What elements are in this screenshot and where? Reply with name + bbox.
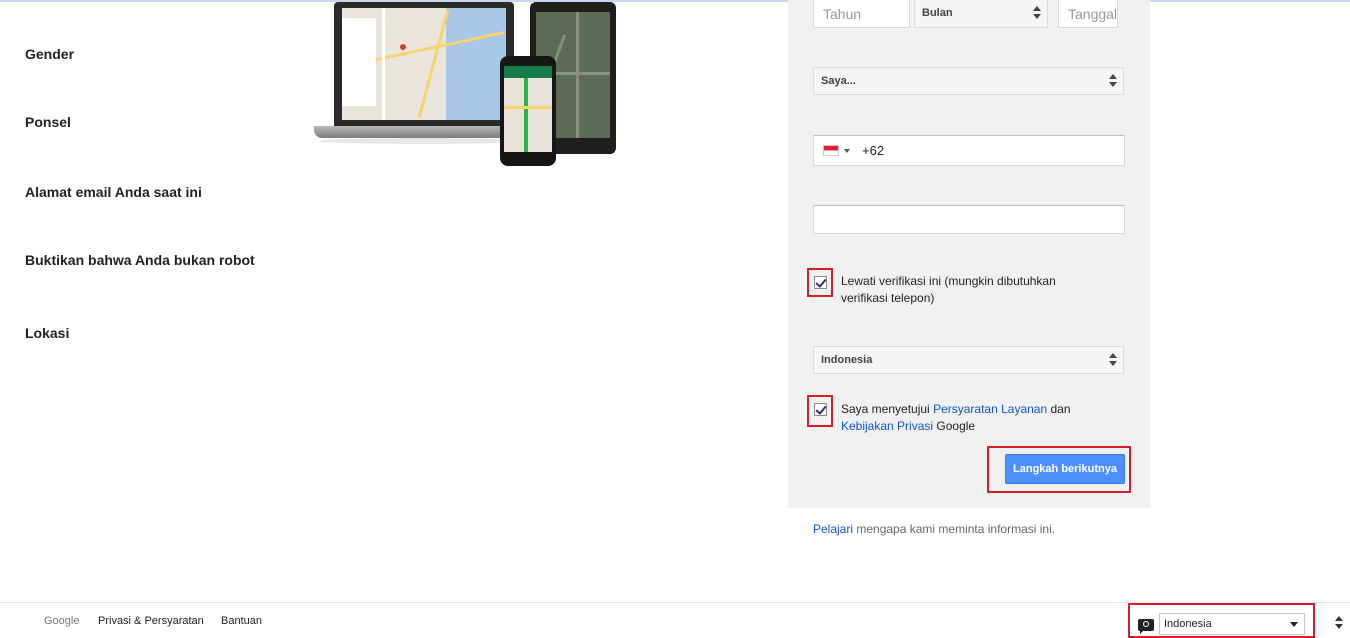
devices-illustration <box>312 2 622 172</box>
footer-help-link[interactable]: Bantuan <box>221 615 262 627</box>
birth-year-input[interactable]: Tahun <box>813 0 910 28</box>
updown-arrows-icon <box>1109 73 1117 89</box>
terms-text: Saya menyetujui Persyaratan Layanan dan K… <box>841 401 1111 435</box>
birth-day-input[interactable]: Tanggal <box>1058 0 1118 28</box>
scroll-updown-icon[interactable] <box>1335 616 1343 632</box>
map-image <box>342 8 506 120</box>
updown-arrows-icon <box>1109 352 1117 368</box>
speech-bubble-icon <box>1138 619 1154 634</box>
phone-input[interactable]: +62 <box>813 135 1125 166</box>
skip-verification-checkbox[interactable] <box>814 276 827 289</box>
laptop-base <box>314 126 530 138</box>
birth-day-placeholder: Tanggal <box>1068 6 1118 22</box>
terms-suffix: Google <box>933 419 976 433</box>
birth-year-placeholder: Tahun <box>823 6 862 22</box>
privacy-policy-link[interactable]: Kebijakan Privasi <box>841 419 933 433</box>
chevron-down-icon <box>1290 622 1298 627</box>
terms-middle: dan <box>1047 402 1071 416</box>
birth-month-select[interactable]: Bulan <box>914 0 1048 28</box>
updown-arrows-icon <box>1033 5 1041 21</box>
learn-more-line: Pelajari mengapa kami meminta informasi … <box>813 522 1055 536</box>
gender-select[interactable]: Saya... <box>813 67 1124 95</box>
country-flag-icon[interactable] <box>823 145 839 156</box>
gender-label: Gender <box>25 46 75 62</box>
next-step-button[interactable]: Langkah berikutnya <box>1005 454 1125 484</box>
language-select[interactable]: Indonesia <box>1159 613 1305 635</box>
phone-prefix: +62 <box>862 143 885 158</box>
footer-google-link[interactable]: Google <box>44 615 79 627</box>
phone-label: Ponsel <box>25 114 71 130</box>
gender-value: Saya... <box>821 75 856 87</box>
location-value: Indonesia <box>821 354 873 366</box>
location-select[interactable]: Indonesia <box>813 346 1124 374</box>
terms-of-service-link[interactable]: Persyaratan Layanan <box>933 402 1047 416</box>
learn-more-text: mengapa kami meminta informasi ini. <box>853 522 1056 536</box>
laptop-shadow <box>320 138 526 144</box>
footer: Google Privasi & Persyaratan Bantuan Ind… <box>0 602 1350 638</box>
skip-verification-text: Lewati verifikasi ini (mungkin dibutuhka… <box>841 274 1056 305</box>
footer-privacy-terms-link[interactable]: Privasi & Persyaratan <box>98 615 204 627</box>
email-label: Alamat email Anda saat ini <box>25 184 202 200</box>
phone-image <box>500 56 556 166</box>
language-value: Indonesia <box>1164 618 1212 630</box>
email-input[interactable] <box>813 205 1125 234</box>
flag-dropdown-icon[interactable] <box>844 149 850 153</box>
location-label: Lokasi <box>25 325 70 341</box>
learn-more-link[interactable]: Pelajari <box>813 522 853 536</box>
terms-prefix: Saya menyetujui <box>841 402 934 416</box>
birth-month-value: Bulan <box>922 7 953 19</box>
laptop-image <box>334 2 514 126</box>
robot-label: Buktikan bahwa Anda bukan robot <box>25 252 255 268</box>
terms-checkbox[interactable] <box>814 403 827 416</box>
